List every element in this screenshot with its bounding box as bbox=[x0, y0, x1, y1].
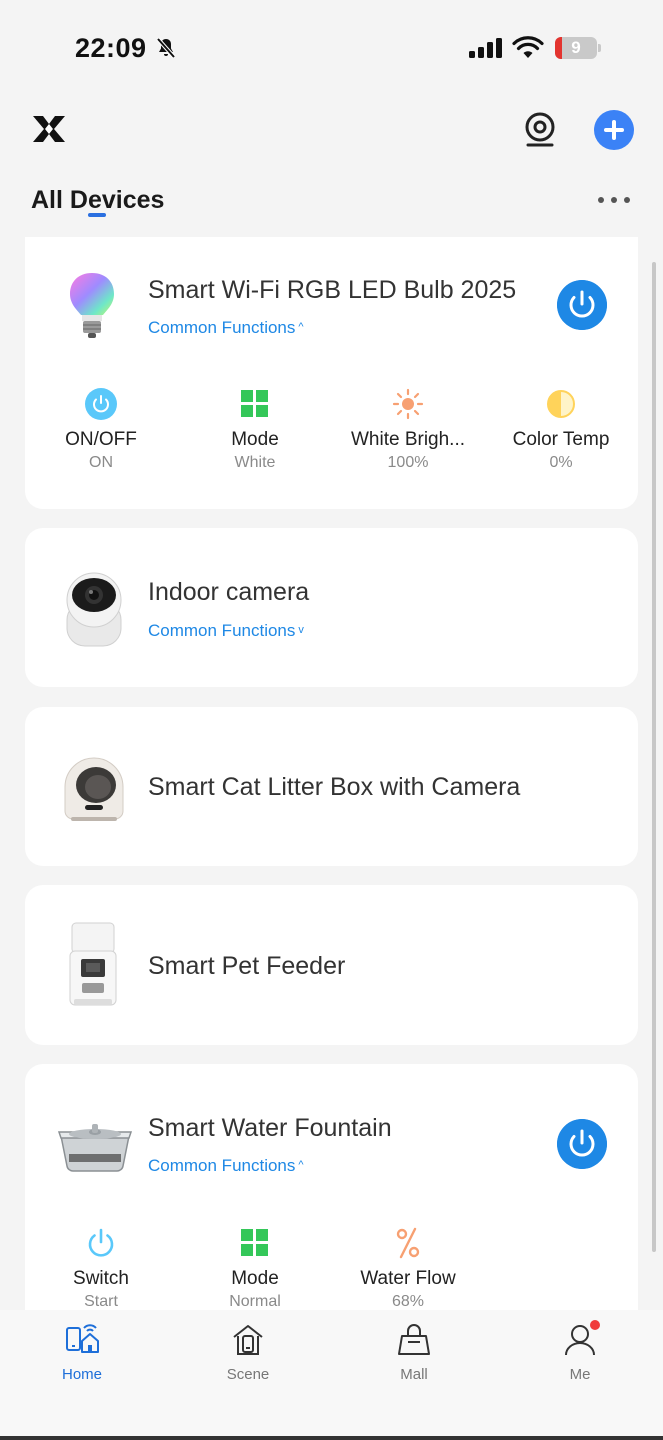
app-logo-icon bbox=[33, 116, 65, 142]
title-indicator bbox=[88, 213, 106, 217]
device-name: Indoor camera bbox=[148, 578, 310, 606]
bell-muted-icon bbox=[156, 37, 176, 59]
bag-icon bbox=[398, 1324, 430, 1355]
cellular-signal-icon bbox=[469, 38, 502, 58]
contrast-icon bbox=[547, 390, 575, 418]
battery-icon: 9 bbox=[555, 37, 597, 59]
device-list[interactable]: Smart Wi-Fi RGB LED Bulb 2025 Common Fun… bbox=[0, 237, 663, 1310]
tab-me[interactable]: Me bbox=[530, 1310, 630, 1400]
common-functions-toggle[interactable]: Common Functions v bbox=[148, 621, 304, 641]
water-fountain-image bbox=[57, 1124, 133, 1172]
wifi-icon bbox=[512, 36, 544, 58]
led-bulb-image bbox=[70, 273, 114, 338]
home-icon bbox=[66, 1324, 99, 1353]
sun-icon bbox=[392, 388, 424, 420]
battery-level: 9 bbox=[571, 38, 581, 57]
device-card-indoor-camera[interactable]: Indoor camera Common Functions v bbox=[25, 528, 638, 687]
notification-badge bbox=[590, 1320, 600, 1330]
scene-icon bbox=[233, 1325, 263, 1355]
percent-icon bbox=[396, 1227, 420, 1259]
status-time: 22:09 bbox=[75, 33, 147, 63]
common-functions-toggle[interactable]: Common Functions ^ bbox=[148, 318, 304, 338]
power-icon bbox=[88, 1228, 114, 1257]
status-bar: 22:09 9 bbox=[0, 0, 663, 100]
chevron-down-icon: v bbox=[298, 624, 304, 636]
device-name: Smart Water Fountain bbox=[148, 1114, 392, 1142]
power-button[interactable] bbox=[557, 1119, 607, 1169]
tab-home[interactable]: Home bbox=[32, 1310, 132, 1400]
device-card-water-fountain[interactable]: Smart Water Fountain Common Functions ^ S… bbox=[25, 1064, 638, 1310]
more-options-button[interactable] bbox=[598, 197, 630, 205]
scrollbar[interactable] bbox=[652, 262, 656, 1252]
chevron-up-icon: ^ bbox=[298, 321, 304, 333]
tab-mall[interactable]: Mall bbox=[364, 1310, 464, 1400]
camera-view-icon[interactable] bbox=[522, 110, 558, 150]
chevron-up-icon: ^ bbox=[298, 1159, 304, 1171]
power-button[interactable] bbox=[557, 280, 607, 330]
page-title[interactable]: All Devices bbox=[31, 186, 164, 215]
litter-box-image bbox=[64, 757, 124, 821]
home-indicator bbox=[0, 1436, 663, 1440]
device-card-pet-feeder[interactable]: Smart Pet Feeder bbox=[25, 885, 638, 1045]
indoor-camera-image bbox=[66, 572, 122, 647]
grid-icon bbox=[239, 1227, 271, 1259]
pet-feeder-image bbox=[69, 922, 117, 1006]
common-functions-toggle[interactable]: Common Functions ^ bbox=[148, 1156, 304, 1176]
add-device-button[interactable] bbox=[594, 110, 634, 150]
device-name: Smart Wi-Fi RGB LED Bulb 2025 bbox=[148, 276, 517, 304]
grid-icon bbox=[239, 388, 271, 420]
device-card-cat-litter-box[interactable]: Smart Cat Litter Box with Camera bbox=[25, 707, 638, 866]
device-name: Smart Cat Litter Box with Camera bbox=[148, 773, 521, 801]
device-card-rgb-bulb[interactable]: Smart Wi-Fi RGB LED Bulb 2025 Common Fun… bbox=[25, 237, 638, 509]
power-icon bbox=[85, 388, 117, 420]
tab-bar: Home Scene Mall Me bbox=[0, 1310, 663, 1440]
tab-scene[interactable]: Scene bbox=[198, 1310, 298, 1400]
device-name: Smart Pet Feeder bbox=[148, 952, 346, 980]
